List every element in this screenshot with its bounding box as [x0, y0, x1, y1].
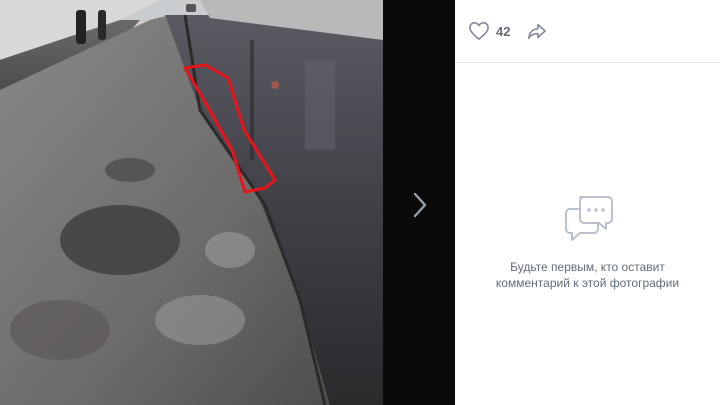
comments-empty-line2: комментарий к этой фотографии — [495, 276, 680, 290]
chat-bubbles-icon — [564, 196, 613, 241]
next-photo-button[interactable] — [405, 188, 435, 222]
photo-image — [0, 0, 383, 405]
chevron-right-icon — [413, 192, 427, 218]
action-bar: 42 — [455, 0, 720, 63]
like-count: 42 — [496, 23, 511, 39]
share-arrow-icon — [528, 23, 547, 40]
comments-empty-state: Будьте первым, кто оставит комментарий к… — [455, 193, 720, 291]
photo-viewer — [0, 0, 455, 405]
photo — [0, 0, 383, 405]
share-button[interactable] — [526, 21, 548, 41]
like-button[interactable]: 42 — [468, 21, 510, 41]
comments-empty-text: Будьте первым, кто оставит комментарий к… — [455, 259, 720, 291]
comments-empty-line1: Будьте первым, кто оставит — [510, 260, 665, 274]
photo-sidebar: 42 Будьте первым, кто оставит комментари… — [455, 0, 720, 405]
heart-icon — [469, 22, 489, 40]
